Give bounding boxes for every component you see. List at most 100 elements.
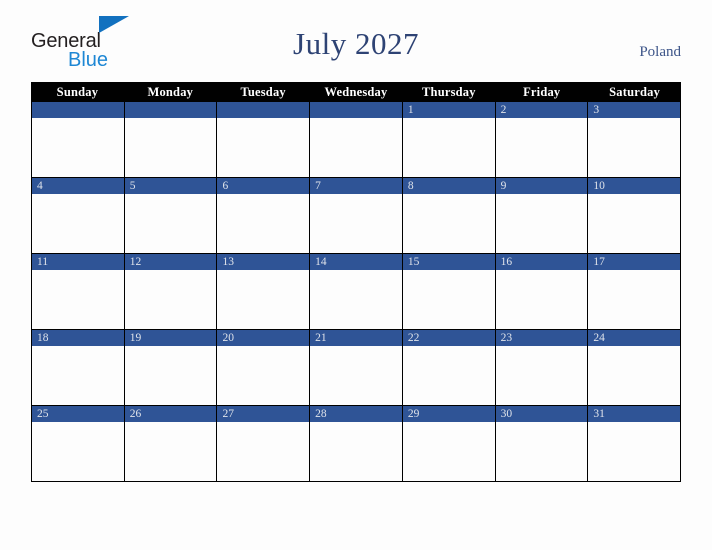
day-number: 15 xyxy=(402,254,495,270)
day-event-area[interactable] xyxy=(32,118,124,177)
day-cell[interactable] xyxy=(310,102,403,178)
day-number: 18 xyxy=(32,330,124,346)
day-cell[interactable]: 3 xyxy=(588,102,682,178)
dow-header-monday: Monday xyxy=(147,85,194,99)
day-cell[interactable]: 18 xyxy=(32,330,125,406)
day-number: 27 xyxy=(217,406,310,422)
day-cell[interactable]: 8 xyxy=(402,178,496,254)
day-event-area[interactable] xyxy=(310,270,402,329)
day-event-area[interactable] xyxy=(32,194,124,253)
day-cell[interactable]: 17 xyxy=(588,254,682,330)
day-cell[interactable]: 1 xyxy=(402,102,496,178)
day-number: 1 xyxy=(402,102,495,118)
day-number: 8 xyxy=(402,178,495,194)
day-event-area[interactable] xyxy=(124,194,217,253)
week-row: 1 2 3 xyxy=(31,102,682,178)
day-cell[interactable]: 26 xyxy=(124,406,218,482)
day-event-area[interactable] xyxy=(217,270,310,329)
day-event-area[interactable] xyxy=(217,194,310,253)
day-event-area[interactable] xyxy=(495,118,588,177)
day-cell[interactable]: 30 xyxy=(495,406,589,482)
day-cell[interactable] xyxy=(32,102,125,178)
day-event-area[interactable] xyxy=(124,422,217,481)
dow-header-wednesday: Wednesday xyxy=(324,85,388,99)
day-event-area[interactable] xyxy=(588,422,681,481)
day-event-area[interactable] xyxy=(495,422,588,481)
day-cell[interactable]: 5 xyxy=(124,178,218,254)
day-number: 22 xyxy=(402,330,495,346)
day-cell[interactable]: 14 xyxy=(310,254,403,330)
day-event-area[interactable] xyxy=(124,270,217,329)
day-cell[interactable] xyxy=(124,102,218,178)
day-number: 21 xyxy=(310,330,402,346)
day-event-area[interactable] xyxy=(588,346,681,405)
day-cell[interactable]: 10 xyxy=(588,178,682,254)
day-event-area[interactable] xyxy=(402,346,495,405)
day-event-area[interactable] xyxy=(588,194,681,253)
day-event-area[interactable] xyxy=(402,270,495,329)
day-number: 3 xyxy=(588,102,681,118)
day-event-area[interactable] xyxy=(310,346,402,405)
day-event-area[interactable] xyxy=(310,118,402,177)
day-number: 7 xyxy=(310,178,402,194)
day-cell[interactable]: 2 xyxy=(495,102,589,178)
day-event-area[interactable] xyxy=(402,118,495,177)
day-cell[interactable]: 19 xyxy=(124,330,218,406)
day-cell[interactable]: 13 xyxy=(217,254,311,330)
day-number: 23 xyxy=(495,330,588,346)
day-number: 17 xyxy=(588,254,681,270)
day-cell[interactable]: 29 xyxy=(402,406,496,482)
day-cell[interactable]: 25 xyxy=(32,406,125,482)
day-event-area[interactable] xyxy=(217,346,310,405)
day-number: 2 xyxy=(495,102,588,118)
day-event-area[interactable] xyxy=(402,194,495,253)
day-cell[interactable]: 21 xyxy=(310,330,403,406)
day-event-area[interactable] xyxy=(217,422,310,481)
day-cell[interactable]: 7 xyxy=(310,178,403,254)
day-event-area[interactable] xyxy=(32,346,124,405)
week-row: 18 19 20 21 22 23 24 xyxy=(31,330,682,406)
day-event-area[interactable] xyxy=(310,422,402,481)
day-event-area[interactable] xyxy=(32,422,124,481)
day-cell[interactable]: 22 xyxy=(402,330,496,406)
day-event-area[interactable] xyxy=(495,346,588,405)
day-number: 20 xyxy=(217,330,310,346)
day-number: 29 xyxy=(402,406,495,422)
day-cell[interactable]: 23 xyxy=(495,330,589,406)
day-cell[interactable]: 20 xyxy=(217,330,311,406)
day-number: 26 xyxy=(124,406,217,422)
dow-header-sunday: Sunday xyxy=(56,85,99,99)
day-cell[interactable]: 9 xyxy=(495,178,589,254)
week-row: 25 26 27 28 29 30 31 xyxy=(31,406,682,482)
day-cell[interactable]: 28 xyxy=(310,406,403,482)
day-event-area[interactable] xyxy=(32,270,124,329)
day-cell[interactable]: 4 xyxy=(32,178,125,254)
day-event-area[interactable] xyxy=(217,118,310,177)
day-event-area[interactable] xyxy=(495,270,588,329)
day-event-area[interactable] xyxy=(124,118,217,177)
day-event-area[interactable] xyxy=(310,194,402,253)
day-number: 25 xyxy=(32,406,124,422)
day-cell[interactable]: 6 xyxy=(217,178,311,254)
day-number: 4 xyxy=(32,178,124,194)
day-cell[interactable]: 24 xyxy=(588,330,682,406)
week-row: 4 5 6 7 8 9 10 xyxy=(31,178,682,254)
day-event-area[interactable] xyxy=(588,118,681,177)
day-event-area[interactable] xyxy=(495,194,588,253)
day-number: 11 xyxy=(32,254,124,270)
day-event-area[interactable] xyxy=(124,346,217,405)
day-event-area[interactable] xyxy=(588,270,681,329)
day-cell[interactable]: 16 xyxy=(495,254,589,330)
country-label: Poland xyxy=(639,44,681,60)
day-event-area[interactable] xyxy=(402,422,495,481)
day-cell[interactable] xyxy=(217,102,311,178)
day-cell[interactable]: 11 xyxy=(32,254,125,330)
day-cell[interactable]: 27 xyxy=(217,406,311,482)
page-title: July 2027 xyxy=(293,26,419,61)
dow-header-friday: Friday xyxy=(523,85,561,99)
day-cell[interactable]: 12 xyxy=(124,254,218,330)
day-cell[interactable]: 15 xyxy=(402,254,496,330)
calendar-grid: Sunday Monday Tuesday Wednesday Thursday… xyxy=(31,82,682,482)
day-number: 30 xyxy=(495,406,588,422)
day-cell[interactable]: 31 xyxy=(588,406,682,482)
